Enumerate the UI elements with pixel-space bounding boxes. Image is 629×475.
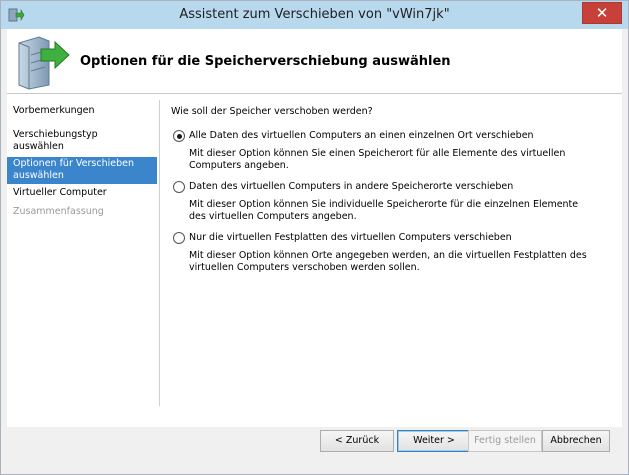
- radio-different-locations[interactable]: [173, 181, 185, 193]
- finish-button: Fertig stellen: [468, 430, 542, 452]
- nav-step-virtueller-computer[interactable]: Virtueller Computer: [7, 184, 157, 203]
- next-button[interactable]: Weiter >: [397, 430, 471, 452]
- cancel-button[interactable]: Abbrechen: [542, 430, 610, 452]
- nav-divider: [159, 100, 160, 406]
- nav-step-zusammenfassung: Zusammenfassung: [13, 206, 104, 217]
- radio-label-disks-only[interactable]: Nur die virtuellen Festplatten des virtu…: [189, 232, 512, 243]
- nav-step-vorbemerkungen[interactable]: Vorbemerkungen: [7, 102, 157, 121]
- window-title: Assistent zum Verschieben von "vWin7jk": [179, 7, 450, 22]
- option-different-locations: Daten des virtuellen Computers in andere…: [171, 179, 611, 223]
- options-panel: Wie soll der Speicher verschoben werden?…: [171, 106, 611, 281]
- radio-row-different-locations[interactable]: Daten des virtuellen Computers in andere…: [171, 179, 611, 195]
- radio-label-single-location[interactable]: Alle Daten des virtuellen Computers an e…: [189, 130, 534, 141]
- wizard-steps-nav: Vorbemerkungen Verschiebungstyp auswähle…: [7, 102, 157, 222]
- option-description-single-location: Mit dieser Option können Sie einen Speic…: [189, 148, 566, 171]
- back-button[interactable]: < Zurück: [320, 430, 394, 452]
- radio-row-disks-only[interactable]: Nur die virtuellen Festplatten des virtu…: [171, 230, 611, 246]
- page-title: Optionen für die Speicherverschiebung au…: [80, 54, 451, 69]
- question-label: Wie soll der Speicher verschoben werden?: [171, 106, 373, 117]
- wizard-header: Optionen für die Speicherverschiebung au…: [7, 29, 622, 94]
- wizard-window: Assistent zum Verschieben von "vWin7jk" …: [0, 0, 629, 475]
- title-bar[interactable]: Assistent zum Verschieben von "vWin7jk" …: [1, 1, 628, 29]
- radio-single-location[interactable]: [173, 130, 185, 142]
- option-disks-only: Nur die virtuellen Festplatten des virtu…: [171, 230, 611, 274]
- nav-step-verschiebungstyp[interactable]: Verschiebungstyp auswählen: [7, 126, 157, 157]
- radio-label-different-locations[interactable]: Daten des virtuellen Computers in andere…: [189, 181, 513, 192]
- option-description-disks-only: Mit dieser Option können Orte angegeben …: [189, 250, 587, 273]
- server-move-icon: [18, 36, 70, 90]
- radio-disks-only[interactable]: [173, 232, 185, 244]
- wizard-body: Vorbemerkungen Verschiebungstyp auswähle…: [7, 94, 622, 427]
- radio-row-single-location[interactable]: Alle Daten des virtuellen Computers an e…: [171, 128, 611, 144]
- close-button[interactable]: ✕: [582, 2, 622, 24]
- option-description-different-locations: Mit dieser Option können Sie individuell…: [189, 199, 579, 222]
- option-single-location: Alle Daten des virtuellen Computers an e…: [171, 128, 611, 172]
- nav-step-optionen[interactable]: Optionen für Verschieben auswählen: [7, 157, 157, 184]
- wizard-footer: < Zurück Weiter > Fertig stellen Abbrech…: [7, 427, 622, 467]
